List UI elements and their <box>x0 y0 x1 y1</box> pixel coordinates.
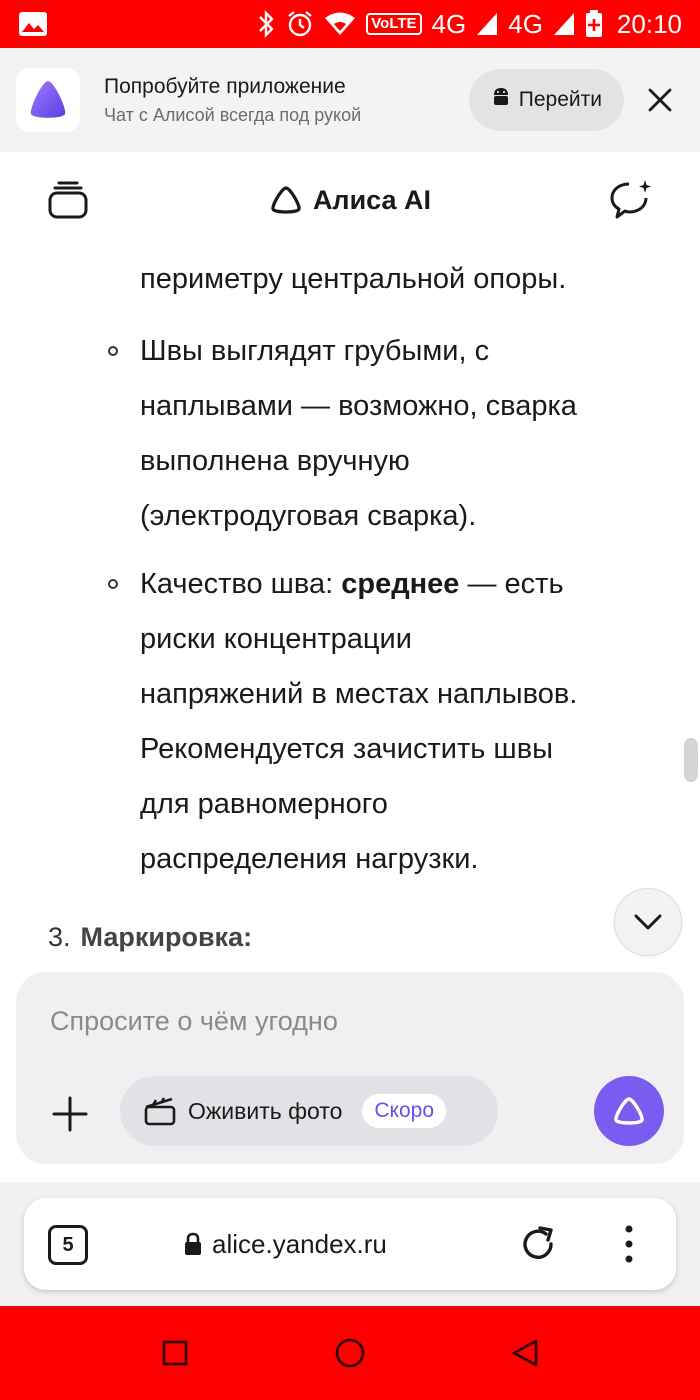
alice-app-logo <box>16 68 80 132</box>
recents-icon <box>162 1340 188 1366</box>
message-content: периметру центральной опоры. Швы выглядя… <box>0 248 700 978</box>
wifi-icon <box>324 11 356 37</box>
bullet-marker <box>108 346 118 356</box>
quality-value: среднее <box>341 568 460 600</box>
clock: 20:10 <box>616 8 682 39</box>
chevron-down-icon <box>634 914 662 930</box>
reload-icon <box>523 1226 553 1259</box>
alice-voice-button[interactable] <box>594 1076 664 1146</box>
home-icon <box>335 1338 365 1368</box>
message-line: (электродуговая сварка). <box>140 500 477 532</box>
message-line: периметру центральной опоры. <box>140 263 567 295</box>
network-type-2: 4G <box>508 8 543 39</box>
recents-button[interactable] <box>152 1330 198 1376</box>
numbered-index: 3. <box>48 922 71 952</box>
signal-icon <box>476 12 498 36</box>
stacked-chats-icon <box>48 181 88 219</box>
more-vertical-icon <box>625 1225 633 1263</box>
page-title: Алиса AI <box>0 152 700 248</box>
open-app-label: Перейти <box>518 88 602 111</box>
signal-icon <box>553 12 575 36</box>
browser-toolbar: 5 alice.yandex.ru <box>0 1182 700 1306</box>
reload-button[interactable] <box>516 1222 560 1266</box>
quality-prefix: Качество шва: <box>140 568 342 600</box>
address-bar: 5 alice.yandex.ru <box>24 1198 676 1290</box>
url-text: alice.yandex.ru <box>212 1228 387 1259</box>
message-line: наплывами — возможно, сварка <box>140 390 577 422</box>
battery-icon <box>585 10 603 38</box>
numbered-item: 3. Маркировка: <box>48 922 252 953</box>
chat-header: Алиса AI <box>0 152 700 248</box>
message-line: распределения нагрузки. <box>140 843 479 875</box>
new-chat-sparkle-icon <box>610 180 651 219</box>
alice-logo-icon <box>271 186 301 214</box>
plus-icon <box>52 1096 88 1132</box>
banner-subtitle: Чат с Алисой всегда под рукой <box>104 104 362 125</box>
animate-photo-label: Оживить фото <box>188 1097 343 1124</box>
message-line: Швы выглядят грубыми, с <box>140 335 490 367</box>
url-field[interactable]: alice.yandex.ru <box>184 1198 387 1290</box>
attach-button[interactable] <box>48 1092 92 1136</box>
network-type-1: 4G <box>431 8 467 39</box>
open-app-button[interactable]: Перейти <box>468 69 624 131</box>
new-chat-button[interactable] <box>608 176 656 224</box>
quality-suffix: — есть <box>459 568 564 600</box>
home-button[interactable] <box>327 1330 373 1376</box>
message-line: напряжений в местах наплывов. <box>140 678 578 710</box>
numbered-title: Маркировка: <box>80 922 253 952</box>
android-icon <box>491 86 511 114</box>
bullet-marker <box>108 579 118 589</box>
alice-logo-icon <box>614 1097 644 1125</box>
message-line: для равномерного <box>140 788 388 820</box>
status-bar: VoLTE 4G 4G 20:10 <box>0 0 700 48</box>
banner-title: Попробуйте приложение <box>104 74 346 98</box>
soon-badge: Скоро <box>362 1094 447 1128</box>
tabs-count-button[interactable]: 5 <box>48 1225 88 1265</box>
message-input[interactable]: Спросите о чём угодно <box>50 1006 338 1037</box>
bluetooth-icon <box>256 10 276 38</box>
scrollbar-thumb[interactable] <box>684 738 698 782</box>
message-line: риски концентрации <box>140 623 412 655</box>
app-promo-banner: Попробуйте приложение Чат с Алисой всегд… <box>0 48 700 152</box>
scroll-to-bottom-button[interactable] <box>614 888 682 956</box>
message-composer: Спросите о чём угодно Оживить фото Скоро <box>16 972 684 1164</box>
lock-icon <box>185 1232 201 1255</box>
browser-menu-button[interactable] <box>614 1220 644 1268</box>
back-icon <box>512 1339 538 1367</box>
clapperboard-icon <box>144 1097 176 1126</box>
alarm-icon <box>286 10 314 38</box>
message-line: Качество шва: среднее — есть <box>140 557 564 612</box>
system-nav-bar <box>0 1306 700 1400</box>
back-button[interactable] <box>502 1330 548 1376</box>
chats-list-button[interactable] <box>44 176 92 224</box>
close-icon <box>648 88 672 112</box>
animate-photo-chip[interactable]: Оживить фото Скоро <box>120 1076 498 1146</box>
volte-indicator: VoLTE <box>366 13 422 35</box>
message-line: Рекомендуется зачистить швы <box>140 733 553 765</box>
page-title-text: Алиса AI <box>312 184 432 215</box>
close-banner-button[interactable] <box>636 76 684 124</box>
message-line: выполнена вручную <box>140 445 410 477</box>
gallery-icon <box>18 11 48 37</box>
